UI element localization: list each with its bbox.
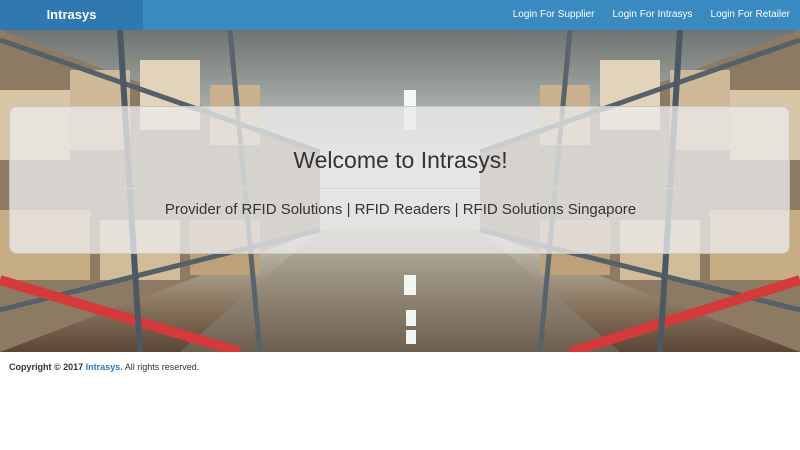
login-supplier-link[interactable]: Login For Supplier bbox=[503, 0, 603, 30]
login-intrasys-link[interactable]: Login For Intrasys bbox=[602, 0, 700, 30]
welcome-heading: Welcome to Intrasys! bbox=[293, 147, 508, 173]
footer: Copyright © 2017 Intrasys. All rights re… bbox=[9, 362, 199, 372]
nav-links: Login For Supplier Login For Intrasys Lo… bbox=[503, 0, 798, 30]
rights-text: All rights reserved. bbox=[124, 362, 200, 372]
top-navbar: Intrasys Login For Supplier Login For In… bbox=[0, 0, 800, 30]
copyright-text: Copyright © 2017 bbox=[9, 362, 84, 372]
panel-divider bbox=[18, 188, 781, 189]
hero-banner: Welcome to Intrasys! Provider of RFID So… bbox=[0, 30, 800, 352]
welcome-panel: Welcome to Intrasys! Provider of RFID So… bbox=[9, 106, 790, 254]
tagline-text: Provider of RFID Solutions | RFID Reader… bbox=[164, 201, 637, 218]
login-retailer-link[interactable]: Login For Retailer bbox=[701, 0, 798, 30]
brand-logo-link[interactable]: Intrasys bbox=[0, 0, 143, 30]
footer-brand-link[interactable]: Intrasys. bbox=[86, 362, 123, 372]
